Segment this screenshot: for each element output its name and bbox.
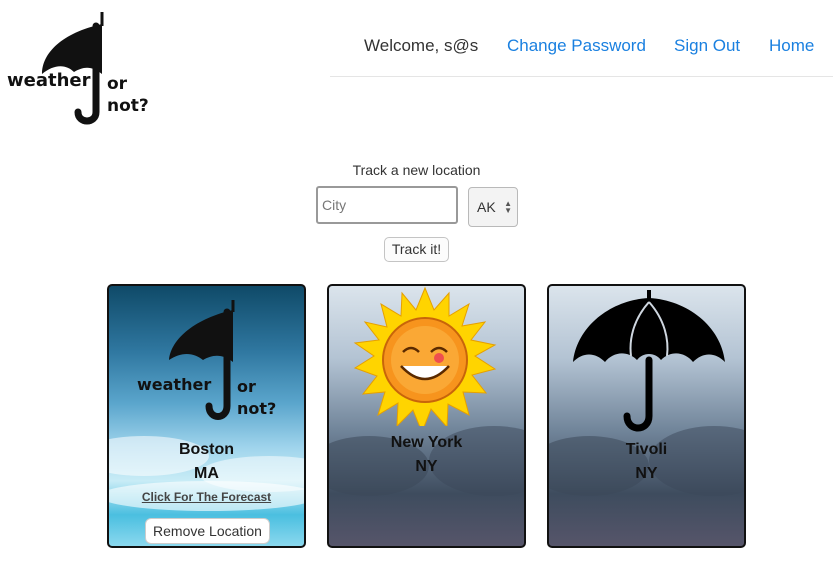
- track-it-button[interactable]: Track it!: [384, 237, 449, 262]
- card-state-name: MA: [194, 465, 219, 482]
- welcome-text: Welcome, s@s: [364, 36, 479, 55]
- remove-location-button[interactable]: Remove Location: [145, 518, 270, 544]
- svg-text:or: or: [237, 377, 256, 396]
- state-select[interactable]: AK ▲ ▼: [468, 187, 518, 227]
- top-nav: Welcome, s@s Change Password Sign Out Ho…: [330, 0, 833, 77]
- logo-word-weather: weather: [7, 70, 91, 91]
- weather-or-not-logo-icon: weather or not?: [137, 300, 276, 420]
- logo-word-not: not?: [107, 96, 149, 116]
- logo-word-or: or: [107, 74, 128, 94]
- card-state-name: NY: [635, 465, 658, 482]
- city-input[interactable]: [316, 186, 458, 224]
- umbrella-icon: [573, 290, 725, 432]
- site-logo[interactable]: weather or not?: [4, 8, 164, 130]
- location-card-boston[interactable]: weather or not? Boston MA Click For The …: [107, 284, 306, 548]
- cloud-decoration: [649, 426, 744, 496]
- home-link[interactable]: Home: [769, 36, 814, 56]
- card-state-name: NY: [415, 458, 438, 475]
- sun-icon: [353, 286, 497, 426]
- svg-text:not?: not?: [237, 399, 276, 418]
- card-city-name: New York: [390, 434, 463, 451]
- location-card-new-york[interactable]: New York NY: [327, 284, 526, 548]
- state-select-value: AK: [477, 199, 496, 215]
- card-city-name: Boston: [178, 441, 235, 458]
- card-city-name: Tivoli: [625, 441, 668, 458]
- location-card-tivoli[interactable]: Tivoli NY: [547, 284, 746, 548]
- sign-out-link[interactable]: Sign Out: [674, 36, 740, 56]
- track-location-label: Track a new location: [352, 162, 481, 178]
- select-arrows-icon: ▲ ▼: [504, 199, 512, 215]
- change-password-link[interactable]: Change Password: [507, 36, 646, 56]
- forecast-link[interactable]: Click For The Forecast: [109, 490, 304, 504]
- svg-text:weather: weather: [137, 375, 211, 394]
